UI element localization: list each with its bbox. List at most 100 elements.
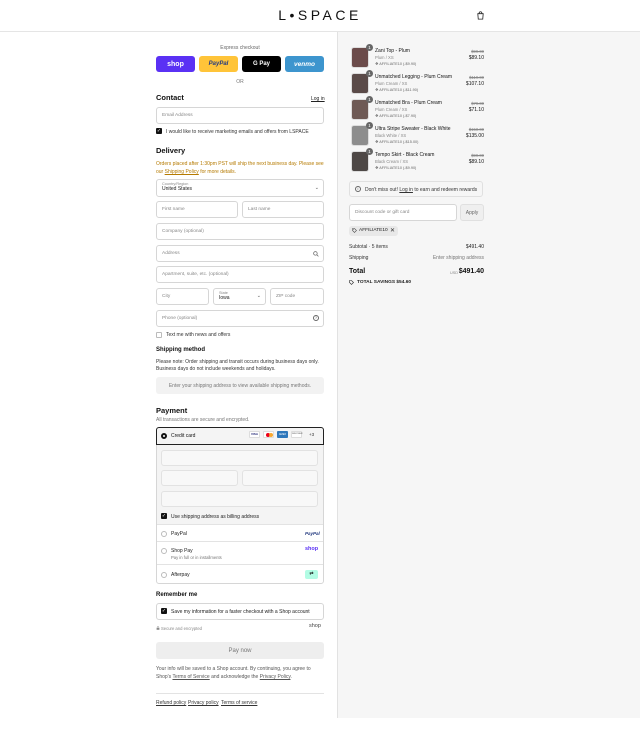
phone-placeholder: Phone (optional) xyxy=(162,316,198,321)
quantity-badge: 1 xyxy=(366,122,373,129)
savings-tag-icon xyxy=(349,280,354,285)
apartment-field[interactable]: Apartment, suite, etc. (optional) xyxy=(156,266,324,283)
shipping-notice: Orders placed after 1:30pm PST will ship… xyxy=(156,160,326,176)
footer-divider xyxy=(156,693,324,694)
visa-icon: VISA xyxy=(249,431,260,438)
sale-price: $135.00 xyxy=(465,133,484,139)
text-me-checkbox[interactable] xyxy=(156,332,162,338)
venmo-button[interactable]: venmo xyxy=(285,56,324,72)
marketing-label: I would like to receive marketing emails… xyxy=(166,129,309,135)
original-price: $99.00 xyxy=(471,153,484,158)
paypal-radio[interactable] xyxy=(161,531,167,537)
product-name: Ultra Stripe Sweater - Black White xyxy=(375,126,451,132)
product-variant: Plum / XS xyxy=(375,55,394,60)
company-field[interactable]: Company (optional) xyxy=(156,223,324,240)
first-name-field[interactable]: First name xyxy=(156,201,238,218)
apply-button[interactable]: Apply xyxy=(460,204,484,221)
address-field[interactable]: Address xyxy=(156,245,324,262)
shipping-methods-placeholder: Enter your shipping address to view avai… xyxy=(156,377,324,394)
privacy-policy-link[interactable]: Privacy Policy xyxy=(260,674,291,680)
terms-of-service-link[interactable]: Terms of Service xyxy=(172,674,209,680)
payment-heading: Payment xyxy=(156,406,188,415)
product-variant: Black Cream / XS xyxy=(375,159,409,164)
afterpay-radio[interactable] xyxy=(161,572,167,578)
afterpay-option-label[interactable]: Afterpay xyxy=(171,572,190,578)
shipping-note-b: Business days do not include weekends an… xyxy=(156,366,276,372)
pay-now-button[interactable]: Pay now xyxy=(156,642,324,659)
card-number-field[interactable] xyxy=(161,450,318,466)
city-field[interactable]: City xyxy=(156,288,209,305)
credit-card-radio[interactable] xyxy=(161,433,167,439)
product-variant: Plum Cream / XS xyxy=(375,81,408,86)
notice-text-b: for more details. xyxy=(200,169,237,175)
email-field[interactable]: Email Address xyxy=(156,107,324,124)
state-value: Iowa xyxy=(219,295,230,301)
country-select[interactable]: Country/Region United States ⌄ xyxy=(156,179,324,197)
brand-logo[interactable]: L•SPACE xyxy=(0,7,640,23)
name-on-card-field[interactable] xyxy=(161,491,318,507)
quantity-badge: 1 xyxy=(366,44,373,51)
address-placeholder: Address xyxy=(162,251,180,256)
paypal-option-label[interactable]: PayPal xyxy=(171,531,187,537)
phone-field[interactable]: Phone (optional) ? xyxy=(156,310,324,327)
footer-terms-link[interactable]: Terms of service xyxy=(221,700,257,706)
text-me-label: Text me with news and offers xyxy=(166,332,231,338)
savings-value: $54.60 xyxy=(396,280,412,285)
remember-heading: Remember me xyxy=(156,592,198,598)
product-discount: ❖ AFFILIATE10 (-$9.90) xyxy=(375,166,417,170)
shop-pay-radio[interactable] xyxy=(161,548,167,554)
subtotal-value: $491.40 xyxy=(465,244,484,250)
marketing-checkbox[interactable]: ✓ xyxy=(156,128,162,134)
paypal-button[interactable]: PayPal xyxy=(199,56,238,72)
save-info-checkbox[interactable]: ✓ xyxy=(161,608,167,614)
shipping-note-a: Please note: Order shipping and transit … xyxy=(156,359,319,365)
product-name: Unmatched Bra - Plum Cream xyxy=(375,100,442,106)
expiration-field[interactable] xyxy=(161,470,238,486)
footer-privacy-link[interactable]: Privacy policy xyxy=(188,700,219,706)
sale-price: $89.10 xyxy=(468,55,484,61)
rewards-login-link[interactable]: Log in xyxy=(399,187,413,193)
product-discount: ❖ AFFILIATE10 (-$7.90) xyxy=(375,114,417,118)
remove-discount-icon[interactable]: ✕ xyxy=(390,227,395,234)
billing-same-checkbox[interactable]: ✓ xyxy=(161,513,167,519)
tag-icon xyxy=(352,228,357,233)
divider xyxy=(157,524,323,525)
shipping-policy-link[interactable]: Shipping Policy xyxy=(165,169,199,175)
cart-bag-icon[interactable] xyxy=(476,11,485,20)
original-price: $79.00 xyxy=(471,101,484,106)
save-info-label: Save my information for a faster checkou… xyxy=(171,609,310,615)
shipping-label: Shipping xyxy=(349,255,369,261)
billing-same-label: Use shipping address as billing address xyxy=(171,514,260,520)
help-icon[interactable]: ? xyxy=(313,315,319,321)
savings-label: TOTAL SAVINGS xyxy=(357,280,396,285)
product-discount-label: AFFILIATE10 (-$15.00) xyxy=(379,140,419,144)
total-savings-label: TOTAL SAVINGS $54.60 xyxy=(357,280,411,285)
security-code-field[interactable] xyxy=(242,470,318,486)
sale-price: $89.10 xyxy=(468,159,484,165)
rewards-text: Don't miss out! Log in to earn and redee… xyxy=(365,187,477,193)
shop-footer-logo: shop xyxy=(309,623,321,629)
state-select[interactable]: State Iowa ⌄ xyxy=(213,288,266,305)
original-price: $150.00 xyxy=(468,127,484,132)
sale-price: $107.10 xyxy=(465,81,484,87)
google-pay-button[interactable]: G Pay xyxy=(242,56,281,72)
credit-card-label: Credit card xyxy=(171,433,196,439)
refund-policy-link[interactable]: Refund policy xyxy=(156,700,186,706)
paypal-logo-icon: PayPal xyxy=(305,531,320,536)
secure-text: Secure and encrypted xyxy=(161,626,202,631)
divider xyxy=(157,564,323,565)
shipping-value: Enter shipping address xyxy=(432,255,484,261)
top-header: L•SPACE xyxy=(0,0,640,32)
search-icon xyxy=(313,251,319,257)
zip-field[interactable]: ZIP code xyxy=(270,288,324,305)
last-name-field[interactable]: Last name xyxy=(242,201,324,218)
login-link[interactable]: Log in xyxy=(311,96,325,102)
lock-icon xyxy=(156,626,160,630)
discount-code-field[interactable]: Discount code or gift card xyxy=(349,204,457,221)
product-discount: ❖ AFFILIATE10 (-$11.90) xyxy=(375,88,419,92)
terms-c: . xyxy=(290,674,292,680)
product-discount: ❖ AFFILIATE10 (-$9.90) xyxy=(375,62,417,66)
shop-pay-button[interactable]: shop xyxy=(156,56,195,72)
shop-pay-option-label[interactable]: Shop Pay xyxy=(171,548,193,554)
quantity-badge: 1 xyxy=(366,70,373,77)
